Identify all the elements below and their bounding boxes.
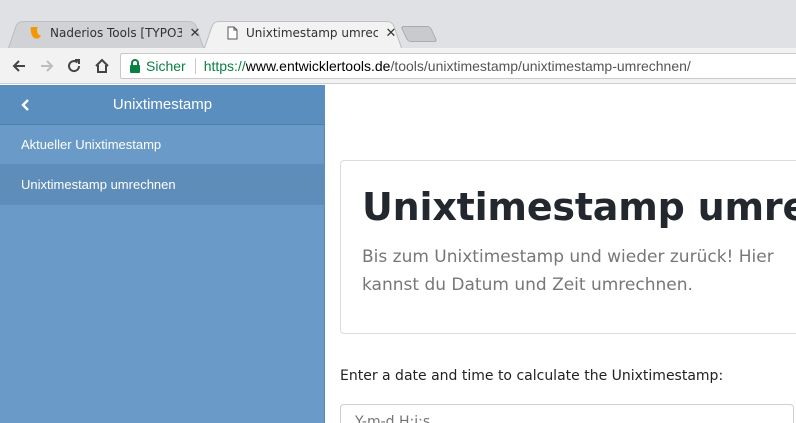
sidebar: Unixtimestamp Aktueller Unixtimestamp Un… [0, 85, 325, 423]
close-icon[interactable]: ✕ [188, 26, 202, 41]
security-label: Sicher [146, 58, 186, 74]
lock-icon [129, 59, 141, 73]
forward-arrow-icon[interactable] [37, 56, 57, 76]
sidebar-title: Unixtimestamp [112, 96, 213, 113]
date-time-input[interactable] [340, 404, 794, 423]
url-scheme: https:// [203, 58, 246, 74]
sidebar-item-aktueller-unixtimestamp[interactable]: Aktueller Unixtimestamp [0, 125, 325, 165]
sidebar-header: Unixtimestamp [0, 85, 325, 125]
new-tab-button[interactable] [400, 26, 438, 42]
page-title: Unixtimestamp umrechnen [362, 185, 796, 229]
sidebar-item-label: Aktueller Unixtimestamp [21, 137, 162, 152]
url-text[interactable]: https://www.entwicklertools.de/tools/uni… [204, 58, 691, 74]
tab-title: Naderios Tools [TYPO3 CMS] [50, 26, 182, 40]
reload-icon[interactable] [64, 56, 84, 76]
main-content: Unixtimestamp umrechnen Bis zum Unixtime… [326, 85, 796, 423]
browser-tab-unixtimestamp[interactable]: Unixtimestamp umrechnen ✕ [204, 18, 402, 48]
back-arrow-icon[interactable] [9, 56, 29, 76]
browser-toolbar: Sicher https://www.entwicklertools.de/to… [0, 48, 796, 84]
sidebar-item-unixtimestamp-umrechnen[interactable]: Unixtimestamp umrechnen [0, 165, 325, 205]
home-icon[interactable] [92, 56, 112, 76]
url-host: www.entwicklertools.de [245, 58, 391, 74]
date-input-label: Enter a date and time to calculate the U… [340, 368, 724, 384]
browser-tab-naderios[interactable]: Naderios Tools [TYPO3 CMS] ✕ [8, 18, 204, 48]
sidebar-item-label: Unixtimestamp umrechnen [21, 177, 176, 192]
page-icon [224, 25, 240, 41]
chevron-left-icon[interactable] [20, 96, 34, 114]
intro-jumbotron: Unixtimestamp umrechnen Bis zum Unixtime… [340, 160, 796, 334]
typo3-icon [28, 25, 44, 41]
close-icon[interactable]: ✕ [384, 26, 398, 41]
address-bar[interactable]: Sicher https://www.entwicklertools.de/to… [120, 53, 796, 79]
tab-title: Unixtimestamp umrechnen [246, 26, 378, 40]
url-path: /tools/unixtimestamp/unixtimestamp-umrec… [390, 58, 691, 74]
browser-tab-strip: Naderios Tools [TYPO3 CMS] ✕ Unixtimesta… [0, 0, 796, 48]
page-lead: Bis zum Unixtimestamp und wieder zurück!… [362, 247, 774, 295]
address-separator [194, 58, 196, 74]
